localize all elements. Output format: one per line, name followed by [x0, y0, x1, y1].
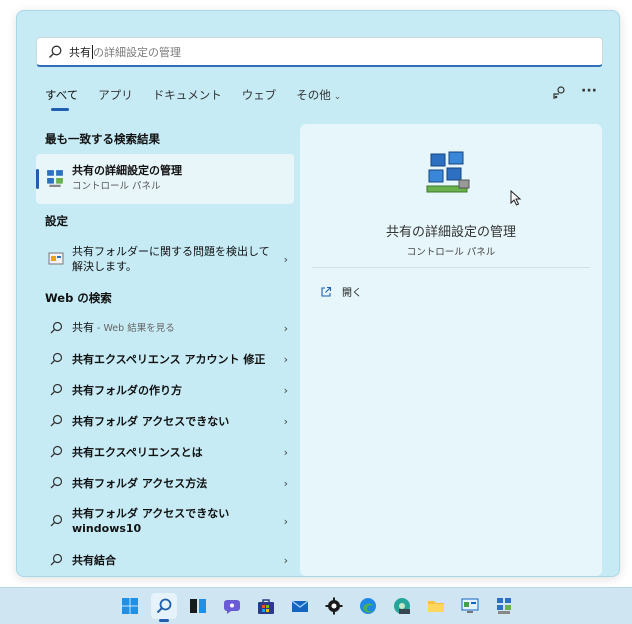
best-match-subtitle: コントロール パネル — [72, 181, 161, 192]
chevron-right-icon: › — [283, 514, 288, 528]
best-match-heading: 最も一致する検索結果 — [45, 132, 160, 146]
edge-browser-icon — [360, 598, 376, 614]
web-result-hint: - Web 結果を見る — [94, 323, 175, 334]
chevron-right-icon: › — [283, 352, 288, 366]
tab-more[interactable]: その他 ⌄ — [296, 87, 341, 103]
web-result-item[interactable]: 共有フォルダ アクセスできない › — [36, 413, 294, 429]
search-icon — [50, 352, 63, 365]
search-icon — [156, 598, 172, 614]
settings-item[interactable]: 共有フォルダーに関する問題を検出して 解決します。 › — [36, 244, 294, 274]
web-result-item[interactable]: 共有エクスペリエンスとは › — [36, 444, 294, 460]
chevron-right-icon: › — [283, 383, 288, 397]
open-action[interactable]: 開く — [320, 284, 362, 299]
web-result-text: 共有フォルダの作り方 — [72, 383, 182, 397]
chevron-right-icon: › — [283, 553, 288, 567]
preview-title: 共有の詳細設定の管理 — [385, 225, 516, 240]
search-icon — [50, 321, 63, 334]
web-result-item[interactable]: 共有フォルダ アクセスできない windows10 › — [36, 506, 294, 536]
search-icon — [50, 553, 63, 566]
web-result-text: 共有フォルダ アクセスできない — [72, 414, 230, 428]
preview-subtitle: コントロール パネル — [406, 247, 496, 258]
network-icon — [426, 151, 470, 193]
chevron-right-icon: › — [283, 445, 288, 459]
web-result-term: 共有 — [72, 321, 94, 334]
mail-icon — [291, 600, 309, 612]
settings-item-line1: 共有フォルダーに関する問題を検出して — [72, 245, 270, 258]
divider — [312, 267, 590, 268]
settings-item-line2: 解決します。 — [72, 260, 137, 273]
open-external-icon — [321, 286, 332, 297]
chat-button[interactable] — [219, 593, 245, 619]
edge-button[interactable] — [355, 593, 381, 619]
file-explorer-button[interactable] — [423, 593, 449, 619]
network-icon — [497, 598, 511, 614]
search-panel: 共有 の詳細設定の管理 すべて アプリ ドキュメント ウェブ その他 ⌄ ··· … — [16, 10, 620, 577]
best-match-item[interactable]: 共有の詳細設定の管理 コントロール パネル — [36, 154, 294, 204]
chat-icon — [224, 600, 240, 614]
web-result-text: 共有フォルダ アクセス方法 — [72, 476, 208, 490]
search-icon — [50, 476, 63, 489]
open-label: 開く — [342, 288, 362, 299]
search-icon — [49, 45, 62, 58]
search-suggestion-text: の詳細設定の管理 — [93, 45, 181, 59]
store-icon — [258, 599, 274, 614]
store-button[interactable] — [253, 593, 279, 619]
tab-web[interactable]: ウェブ — [242, 87, 277, 103]
edge-canary-button[interactable] — [389, 593, 415, 619]
more-options-icon[interactable]: ··· — [581, 83, 597, 99]
gear-icon — [325, 597, 343, 615]
tab-apps[interactable]: アプリ — [98, 87, 133, 103]
web-result-item[interactable]: 共有フォルダの作り方 › — [36, 382, 294, 398]
web-result-item[interactable]: 共有 - Web 結果を見る › — [36, 320, 294, 336]
search-icon — [50, 414, 63, 427]
web-result-line2: windows10 — [72, 522, 142, 535]
web-result-text: 共有エクスペリエンスとは — [72, 445, 203, 459]
taskbar — [0, 587, 632, 624]
control-panel-button[interactable] — [457, 593, 483, 619]
task-view-icon — [190, 599, 206, 613]
search-typed-text: 共有 — [69, 45, 91, 59]
tab-more-label: その他 — [296, 88, 331, 102]
chevron-right-icon: › — [283, 476, 288, 490]
settings-heading: 設定 — [45, 214, 68, 228]
chevron-right-icon: › — [283, 414, 288, 428]
edge-canary-icon — [394, 598, 410, 614]
windows-logo-icon — [122, 598, 138, 614]
best-match-row: 共有の詳細設定の管理 コントロール パネル — [36, 163, 294, 192]
tab-documents[interactable]: ドキュメント — [153, 87, 222, 103]
start-button[interactable] — [117, 593, 143, 619]
chevron-right-icon: › — [283, 252, 288, 266]
web-result-line1: 共有フォルダ アクセスできない — [72, 507, 230, 520]
chevron-down-icon: ⌄ — [333, 92, 342, 102]
search-icon — [50, 514, 63, 527]
best-match-title: 共有の詳細設定の管理 — [72, 164, 182, 177]
search-icon — [50, 383, 63, 396]
search-input[interactable]: 共有 の詳細設定の管理 — [36, 37, 603, 67]
taskbar-search-button[interactable] — [151, 593, 177, 622]
web-result-text: 共有結合 — [72, 553, 116, 567]
web-search-heading: Web の検索 — [45, 291, 112, 305]
filter-tabs: すべて アプリ ドキュメント ウェブ その他 ⌄ — [45, 87, 361, 111]
search-icon — [50, 445, 63, 458]
chevron-right-icon: › — [283, 321, 288, 335]
network-icon — [47, 169, 63, 187]
settings-app-button[interactable] — [321, 593, 347, 619]
mail-button[interactable] — [287, 593, 313, 619]
folder-icon — [428, 601, 444, 612]
tab-all[interactable]: すべて — [45, 87, 78, 111]
web-result-item[interactable]: 共有結合 › — [36, 552, 294, 568]
web-result-item[interactable]: 共有フォルダ アクセス方法 › — [36, 475, 294, 491]
task-view-button[interactable] — [185, 593, 211, 619]
control-panel-icon — [461, 598, 479, 613]
share-account-icon[interactable] — [551, 85, 567, 101]
mouse-cursor-icon — [510, 190, 522, 206]
web-result-item[interactable]: 共有エクスペリエンス アカウント 修正 › — [36, 351, 294, 367]
web-result-text: 共有エクスペリエンス アカウント 修正 — [72, 352, 266, 366]
network-settings-button[interactable] — [491, 593, 517, 619]
troubleshoot-icon — [48, 252, 64, 265]
preview-pane: 共有の詳細設定の管理 コントロール パネル 開く — [300, 124, 602, 576]
